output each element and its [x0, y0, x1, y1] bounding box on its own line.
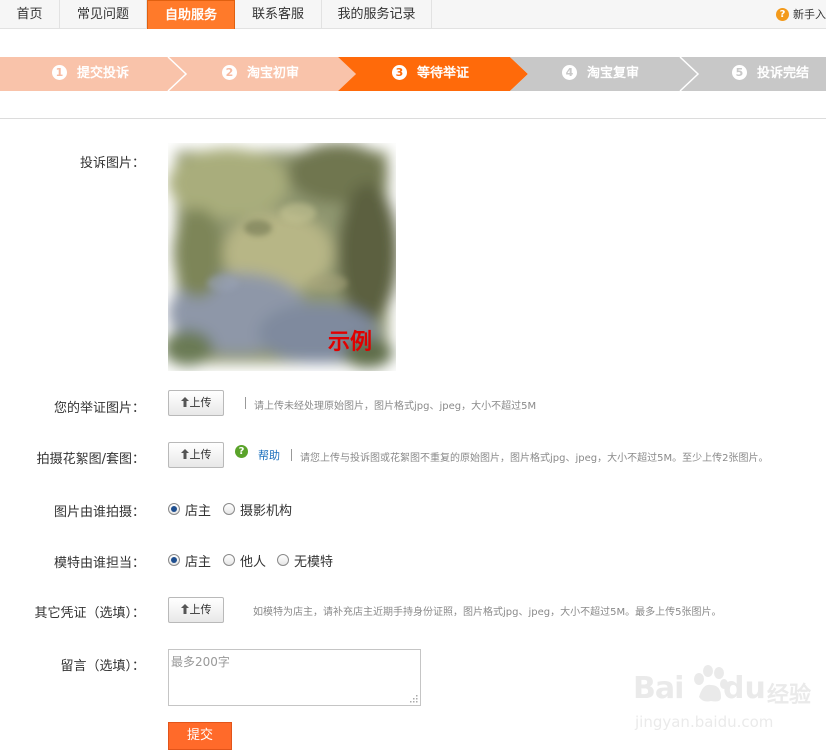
step-1: 1 提交投诉 [52, 57, 129, 91]
tab-faq[interactable]: 常见问题 [60, 0, 147, 29]
evidence-upload-button[interactable]: 上传 [168, 390, 224, 416]
separator [291, 449, 292, 461]
step-number: 1 [52, 65, 67, 80]
help-link[interactable]: 帮助 [258, 447, 280, 463]
separator [245, 397, 246, 409]
other-evidence-hint: 如模特为店主，请补充店主近期手持身份证照，图片格式jpg、jpeg，大小不超过5… [253, 607, 722, 618]
upload-button-label: 上传 [189, 603, 212, 616]
evidence-label: 您的举证图片： [53, 401, 145, 416]
step-number: 2 [222, 65, 237, 80]
tab-home[interactable]: 首页 [0, 0, 60, 29]
message-label: 留言（选填）： [60, 659, 145, 674]
photographer-radio-owner[interactable] [168, 503, 180, 515]
step-label: 等待举证 [417, 66, 470, 81]
upload-button-label: 上传 [189, 396, 212, 409]
resize-grip-icon[interactable] [409, 694, 418, 703]
step-2: 2 淘宝初审 [222, 57, 299, 91]
photographer-label: 图片由谁拍摄： [53, 505, 145, 520]
model-radio-owner[interactable] [168, 554, 180, 566]
step-label: 淘宝复审 [587, 66, 640, 81]
upload-arrow-icon [180, 397, 189, 407]
pattern-upload-button[interactable]: 上传 [168, 442, 224, 468]
tab-service-records[interactable]: 我的服务记录 [322, 0, 432, 29]
upload-arrow-icon [180, 449, 189, 459]
divider [0, 118, 826, 119]
model-option-other: 他人 [240, 555, 267, 570]
sample-watermark-text: 示例 [328, 330, 373, 355]
message-textarea[interactable]: 最多200字 [168, 649, 421, 706]
submit-button[interactable]: 提交 [168, 722, 232, 750]
question-icon: ? [776, 8, 789, 21]
step-3: 3 等待举证 [392, 57, 469, 91]
photographer-radio-studio[interactable] [223, 503, 235, 515]
model-radio-other[interactable] [223, 554, 235, 566]
watermark-brand: Bai [633, 671, 684, 706]
message-placeholder: 最多200字 [171, 655, 230, 669]
step-number: 5 [732, 65, 747, 80]
evidence-hint: 请上传未经处理原始图片，图片格式jpg、jpeg，大小不超过5M [254, 401, 537, 412]
step-label: 投诉完结 [757, 66, 810, 81]
progress-steps: 1 提交投诉 2 淘宝初审 3 等待举证 4 淘宝复审 5 投诉完结 [0, 57, 826, 91]
tab-self-service[interactable]: 自助服务 [147, 0, 235, 29]
photographer-option-studio: 摄影机构 [240, 504, 293, 519]
model-option-owner: 店主 [185, 555, 212, 570]
step-number: 4 [562, 65, 577, 80]
baidu-jingyan-watermark: Bai du 经验 jingyan.baidu.com [633, 663, 826, 743]
step-label: 提交投诉 [77, 66, 130, 81]
step-label: 淘宝初审 [247, 66, 300, 81]
help-question-icon[interactable]: ? [235, 445, 248, 458]
watermark-jingyan: 经验 [767, 683, 812, 708]
pattern-hint: 请您上传与投诉图或花絮图不重复的原始图片，图片格式jpg、jpeg，大小不超过5… [300, 453, 769, 464]
watermark-url: jingyan.baidu.com [635, 713, 774, 731]
step-5: 5 投诉完结 [732, 57, 809, 91]
step-number: 3 [392, 65, 407, 80]
photographer-option-owner: 店主 [185, 504, 212, 519]
newbie-label: 新手入 [793, 8, 826, 21]
watermark-brand-suffix: du [723, 671, 766, 706]
step-4: 4 淘宝复审 [562, 57, 639, 91]
top-nav: 首页 常见问题 自助服务 联系客服 我的服务记录 ? 新手入 [0, 0, 826, 29]
tab-contact-support[interactable]: 联系客服 [235, 0, 322, 29]
model-label: 模特由谁担当： [53, 556, 145, 571]
upload-button-label: 上传 [189, 448, 212, 461]
pattern-label: 拍摄花絮图/套图： [36, 452, 145, 467]
other-upload-button[interactable]: 上传 [168, 597, 224, 623]
model-radio-none[interactable] [277, 554, 289, 566]
newbie-link[interactable]: ? 新手入 [773, 0, 826, 29]
model-option-none: 无模特 [294, 555, 334, 570]
complaint-image-label: 投诉图片： [79, 156, 145, 171]
upload-arrow-icon [180, 604, 189, 614]
other-evidence-label: 其它凭证（选填）： [34, 606, 145, 621]
